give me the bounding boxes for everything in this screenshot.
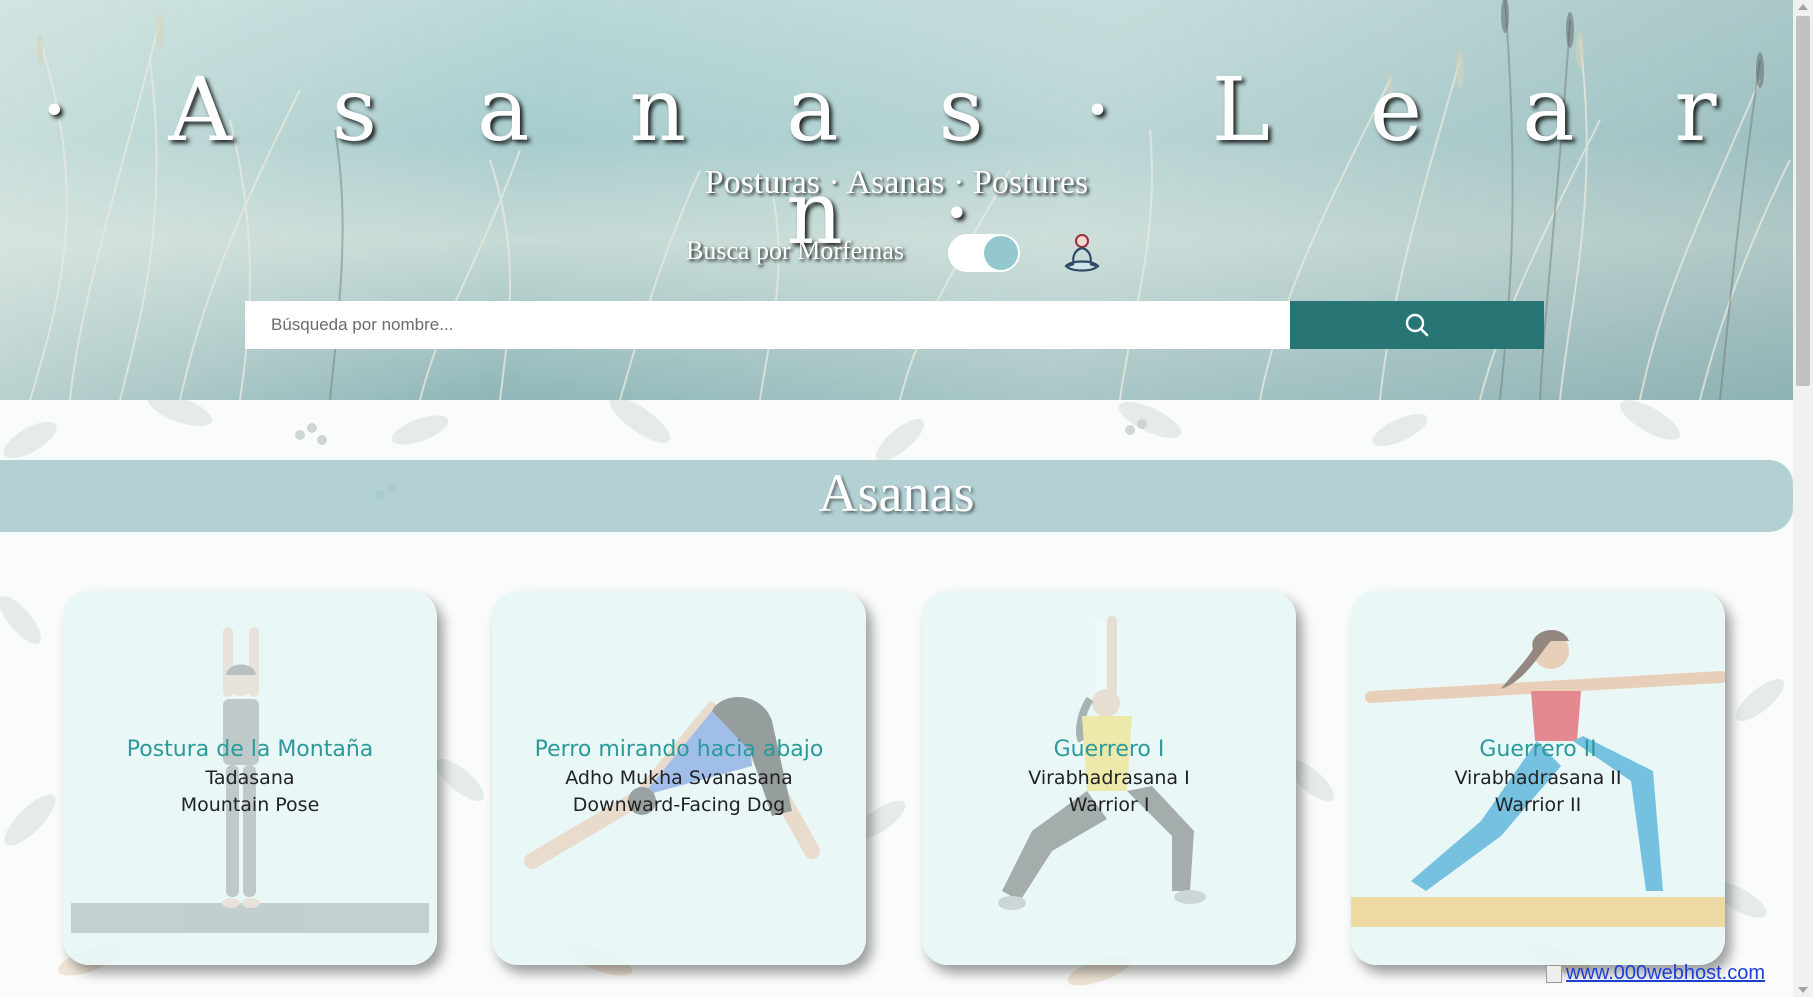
webhost-link-text: www.000webhost.com [1566, 962, 1765, 984]
toggle-knob [984, 236, 1018, 270]
site-subtitle: Posturas · Asanas · Postures [704, 164, 1089, 201]
card-english-name: Mountain Pose [180, 794, 320, 816]
hero-banner: · A s a n a s · L e a r n · Posturas · A… [0, 0, 1793, 400]
card-english-name: Downward-Facing Dog [572, 794, 786, 816]
card-sanskrit-name: Adho Mukha Svanasana [565, 767, 793, 789]
search-input[interactable] [245, 301, 1290, 349]
card-title: Guerrero II [1479, 737, 1597, 762]
morpheme-search-row: Busca por Morfemas [0, 232, 1793, 276]
card-text: Guerrero I Virabhadrasana I Warrior I [922, 735, 1296, 819]
asana-card-mountain-pose[interactable]: Postura de la Montaña Tadasana Mountain … [63, 591, 437, 965]
search-icon [1405, 313, 1429, 337]
meditation-icon[interactable] [1062, 232, 1102, 274]
card-text: Postura de la Montaña Tadasana Mountain … [63, 735, 437, 819]
card-title: Postura de la Montaña [126, 737, 374, 762]
card-text: Perro mirando hacia abajo Adho Mukha Sva… [492, 735, 866, 819]
asana-card-downward-dog[interactable]: Perro mirando hacia abajo Adho Mukha Sva… [492, 591, 866, 965]
card-sanskrit-name: Tadasana [205, 767, 295, 789]
scroll-down-arrow-icon[interactable] [1798, 987, 1808, 993]
card-sanskrit-name: Virabhadrasana I [1028, 767, 1190, 789]
webhost-link[interactable]: www.000webhost.com [1546, 962, 1776, 996]
morpheme-toggle[interactable] [948, 234, 1020, 272]
card-english-name: Warrior II [1494, 794, 1582, 816]
card-english-name: Warrior I [1068, 794, 1150, 816]
asana-card-warrior-two[interactable]: Guerrero II Virabhadrasana II Warrior II [1351, 591, 1725, 965]
asana-card-warrior-one[interactable]: Guerrero I Virabhadrasana I Warrior I [922, 591, 1296, 965]
scrollbar-thumb[interactable] [1796, 16, 1810, 386]
card-title: Guerrero I [1053, 737, 1165, 762]
card-title: Perro mirando hacia abajo [534, 737, 824, 762]
search-button[interactable] [1290, 301, 1544, 349]
broken-image-icon [1546, 965, 1562, 983]
scroll-up-arrow-icon[interactable] [1798, 4, 1808, 10]
morpheme-toggle-label: Busca por Morfemas [686, 236, 905, 265]
card-sanskrit-name: Virabhadrasana II [1454, 767, 1622, 789]
section-title: Asanas [818, 463, 975, 523]
vertical-scrollbar[interactable] [1793, 0, 1813, 997]
card-text: Guerrero II Virabhadrasana II Warrior II [1351, 735, 1725, 819]
asanas-section: Asanas Postura de la Montaña Tadasana Mo… [0, 400, 1793, 997]
